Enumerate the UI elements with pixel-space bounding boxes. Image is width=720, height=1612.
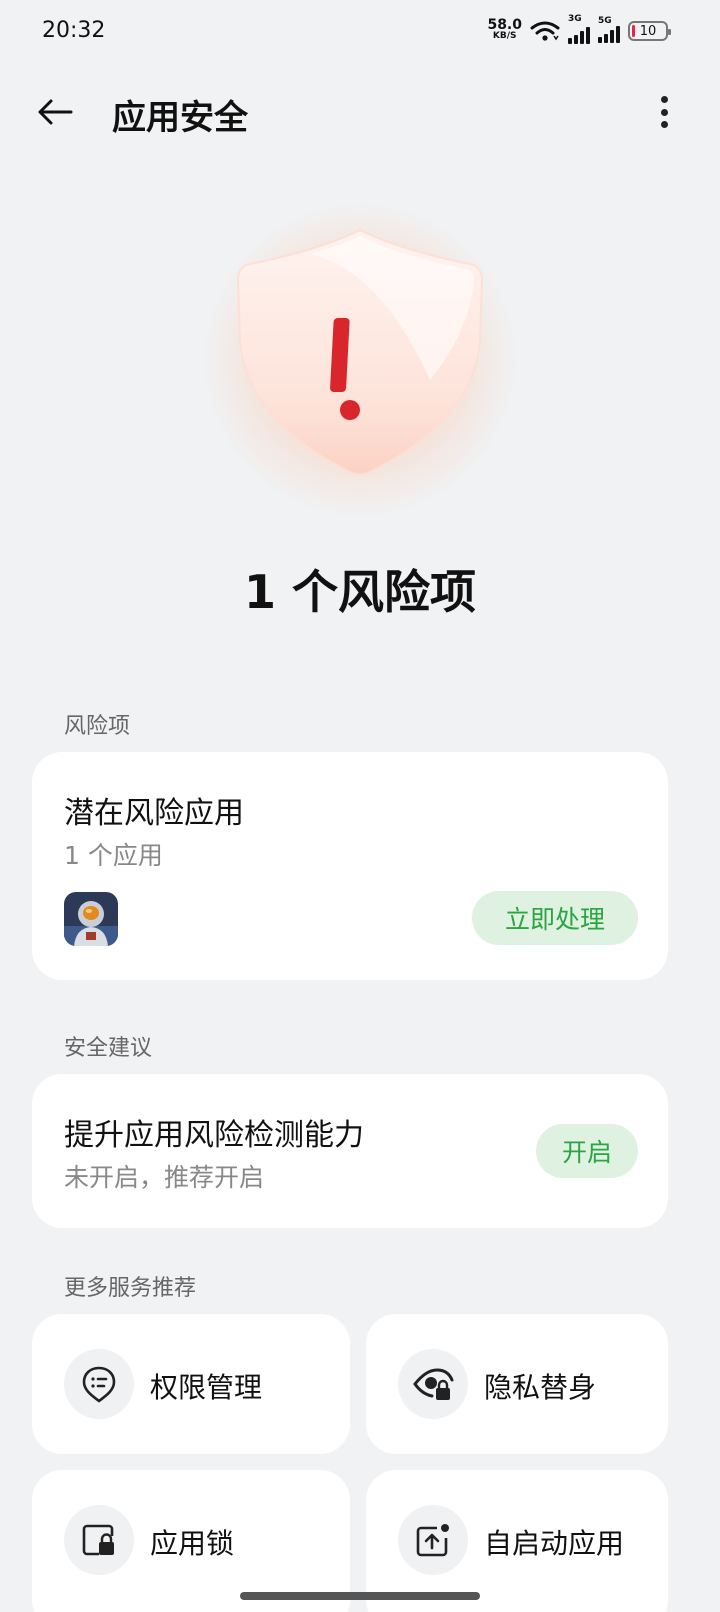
risk-card-title: 潜在风险应用	[64, 796, 244, 831]
app-lock-icon	[64, 1505, 134, 1575]
service-privacy-label: 隐私替身	[484, 1371, 597, 1404]
service-app-lock-card[interactable]: 应用锁	[32, 1470, 350, 1612]
network-speed: 58.0 KB/S	[487, 17, 522, 42]
risk-section-label: 风险项	[64, 714, 131, 739]
more-dot-icon	[660, 96, 668, 103]
risk-count-heading: 1 个风险项	[243, 565, 477, 619]
network-speed-value: 58.0	[487, 17, 522, 33]
more-dot-icon	[660, 121, 668, 128]
signal-3g-icon: 3G	[568, 14, 590, 44]
signal-5g-icon: 5G	[598, 16, 620, 43]
advice-card[interactable]: 提升应用风险检测能力 未开启，推荐开启 开启	[32, 1074, 668, 1228]
back-button[interactable]	[30, 90, 80, 134]
advice-card-subtitle: 未开启，推荐开启	[64, 1163, 265, 1192]
service-permission-card[interactable]: 权限管理	[32, 1314, 350, 1454]
shield-alert-icon	[236, 228, 484, 476]
wifi-icon	[530, 21, 560, 41]
risk-app-card[interactable]: 潜在风险应用 1 个应用 立即处理	[32, 752, 668, 980]
signal-5g-label: 5G	[598, 15, 612, 26]
service-privacy-card[interactable]: 隐私替身	[366, 1314, 668, 1454]
risk-card-subtitle: 1 个应用	[64, 841, 163, 870]
risk-shield-illustration	[180, 180, 540, 540]
battery-level: 10	[639, 23, 657, 39]
privacy-icon	[398, 1349, 468, 1419]
page-title: 应用安全	[112, 98, 248, 138]
enable-button[interactable]: 开启	[536, 1124, 638, 1178]
handle-now-button[interactable]: 立即处理	[472, 891, 638, 945]
title-bar: 应用安全	[0, 72, 720, 152]
signal-3g-label: 3G	[568, 14, 582, 24]
status-bar: 20:32 58.0 KB/S 3G 5G 10	[0, 0, 720, 64]
permission-icon	[64, 1349, 134, 1419]
network-speed-unit: KB/S	[492, 31, 517, 41]
status-icons: 58.0 KB/S 3G 5G 10	[487, 14, 671, 44]
service-app-lock-label: 应用锁	[150, 1527, 235, 1560]
advice-section-label: 安全建议	[64, 1036, 153, 1061]
more-dot-icon	[660, 108, 668, 116]
auto-start-icon	[398, 1505, 468, 1575]
battery-icon: 10	[628, 21, 671, 41]
more-options-button[interactable]	[652, 92, 676, 132]
back-arrow-icon	[38, 99, 73, 125]
service-auto-start-card[interactable]: 自启动应用	[366, 1470, 668, 1612]
status-time: 20:32	[42, 18, 106, 43]
home-indicator[interactable]	[240, 1592, 480, 1600]
services-section-label: 更多服务推荐	[64, 1276, 197, 1301]
risky-app-icon[interactable]	[64, 892, 118, 946]
service-auto-start-label: 自启动应用	[484, 1527, 625, 1560]
advice-card-title: 提升应用风险检测能力	[64, 1118, 364, 1153]
service-permission-label: 权限管理	[150, 1371, 263, 1404]
